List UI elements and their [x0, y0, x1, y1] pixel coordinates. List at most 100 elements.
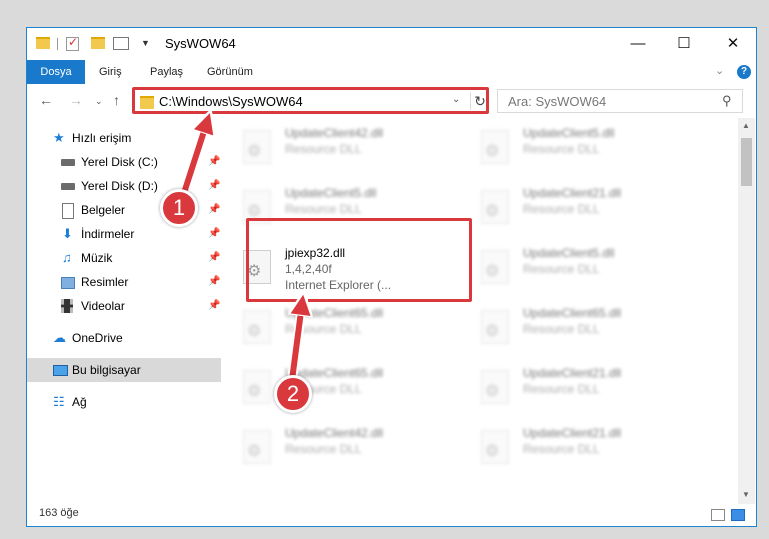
sidebar-item-label: İndirmeler	[81, 227, 135, 241]
network-icon: ☷	[53, 394, 65, 409]
file-type: Resource DLL	[285, 202, 362, 216]
file-item[interactable]: ⚙ UpdateClient65.dll Resource DLL	[237, 304, 457, 350]
background-top	[0, 0, 769, 27]
recent-locations-icon[interactable]: ⌄	[95, 96, 103, 107]
video-icon	[61, 299, 73, 313]
pin-icon[interactable]: 📌	[208, 150, 220, 174]
sidebar-item-label: Müzik	[81, 251, 113, 265]
close-button[interactable]: ✕	[710, 28, 756, 60]
file-type: Resource DLL	[523, 322, 600, 336]
dll-file-icon: ⚙	[481, 430, 509, 464]
search-input[interactable]: Ara: SysWOW64 ⚲	[497, 89, 743, 113]
sidebar-item-music[interactable]: ♫ Müzik 📌	[27, 246, 221, 270]
file-item[interactable]: ⚙ UpdateClient21.dll Resource DLL	[475, 364, 695, 410]
drive-icon	[61, 159, 75, 166]
navigation-bar: ← → ⌄ ↑ C:\Windows\SysWOW64 ⌄ ↻ Ara: Sys…	[27, 86, 756, 116]
file-item[interactable]: ⚙ UpdateClient5.dll Resource DLL	[475, 244, 695, 290]
sidebar-item-label: Resimler	[81, 275, 129, 289]
tab-share[interactable]: Paylaş	[150, 60, 183, 84]
sidebar-item-downloads[interactable]: ⬇ İndirmeler 📌	[27, 222, 221, 246]
ribbon: Dosya Giriş Paylaş Görünüm ⌄ ?	[27, 60, 756, 85]
background-bottom	[0, 527, 769, 539]
sidebar-item-label: Yerel Disk (C:)	[81, 155, 158, 169]
file-name: UpdateClient5.dll	[285, 186, 377, 200]
title-bar: ▼ SysWOW64 — ☐ ✕	[27, 28, 756, 60]
file-name: UpdateClient65.dll	[523, 306, 622, 320]
dll-file-icon: ⚙	[481, 250, 509, 284]
step-marker-2: 2	[274, 375, 312, 413]
navigation-pane: ★ Hızlı erişim Yerel Disk (C:) 📌 Yerel D…	[27, 122, 221, 502]
file-item[interactable]: ⚙ UpdateClient21.dll Resource DLL	[475, 184, 695, 230]
new-folder-icon[interactable]	[91, 37, 105, 49]
pin-icon[interactable]: 📌	[208, 270, 220, 294]
scroll-down-icon[interactable]: ▼	[742, 490, 750, 499]
search-icon[interactable]: ⚲	[722, 93, 732, 109]
dll-file-icon: ⚙	[243, 370, 271, 404]
pin-icon[interactable]: 📌	[208, 222, 220, 246]
expand-ribbon-icon[interactable]: ⌄	[715, 64, 724, 77]
sidebar-item-onedrive[interactable]: ☁ OneDrive	[27, 326, 221, 350]
sidebar-item-this-pc[interactable]: Bu bilgisayar	[27, 358, 221, 382]
scroll-thumb[interactable]	[741, 138, 752, 186]
file-name: UpdateClient42.dll	[285, 126, 384, 140]
file-name: UpdateClient5.dll	[523, 126, 615, 140]
dll-file-icon: ⚙	[481, 370, 509, 404]
file-type: Resource DLL	[523, 442, 600, 456]
dll-file-icon: ⚙	[243, 430, 271, 464]
window-title: SysWOW64	[165, 36, 236, 51]
sidebar-item-network[interactable]: ☷ Ağ	[27, 390, 221, 414]
forward-arrow-icon[interactable]: →	[69, 92, 83, 108]
folder-icon	[36, 37, 50, 49]
file-type: Resource DLL	[523, 142, 600, 156]
scroll-up-icon[interactable]: ▲	[742, 121, 750, 130]
file-name: UpdateClient21.dll	[523, 426, 622, 440]
star-icon: ★	[53, 130, 65, 145]
tab-home[interactable]: Giriş	[99, 60, 122, 84]
sidebar-item-quick-access[interactable]: ★ Hızlı erişim	[27, 126, 221, 150]
sidebar-item-label: Bu bilgisayar	[72, 363, 141, 377]
large-icons-view-icon[interactable]	[731, 509, 745, 521]
address-highlight-box	[132, 87, 489, 114]
sidebar-item-label: Belgeler	[81, 203, 126, 217]
sidebar-item-label: OneDrive	[72, 331, 123, 345]
vertical-scrollbar[interactable]: ▲ ▼	[738, 118, 755, 504]
help-icon[interactable]: ?	[737, 65, 751, 79]
file-type: Resource DLL	[285, 142, 362, 156]
dll-file-icon: ⚙	[481, 130, 509, 164]
file-item[interactable]: ⚙ UpdateClient42.dll Resource DLL	[237, 124, 457, 170]
sidebar-item-pictures[interactable]: Resimler 📌	[27, 270, 221, 294]
computer-icon	[53, 365, 68, 376]
step-marker-1: 1	[160, 189, 198, 227]
up-arrow-icon[interactable]: ↑	[113, 92, 120, 108]
dll-file-icon: ⚙	[243, 310, 271, 344]
file-item[interactable]: ⚙ UpdateClient5.dll Resource DLL	[475, 124, 695, 170]
file-name: UpdateClient65.dll	[285, 306, 384, 320]
sidebar-item-label: Ağ	[72, 395, 87, 409]
file-item[interactable]: ⚙ UpdateClient42.dll Resource DLL	[237, 424, 457, 470]
maximize-button[interactable]: ☐	[661, 28, 707, 60]
pin-icon[interactable]: 📌	[208, 174, 220, 198]
dll-file-icon: ⚙	[481, 190, 509, 224]
properties-check-icon[interactable]	[66, 35, 79, 51]
pin-icon[interactable]: 📌	[208, 246, 220, 270]
details-view-icon[interactable]	[711, 509, 725, 521]
sidebar-item-label: Videolar	[81, 299, 125, 313]
back-arrow-icon[interactable]: ←	[39, 92, 53, 108]
properties-icon[interactable]	[113, 37, 129, 50]
item-count: 163 öğe	[39, 507, 79, 519]
file-item[interactable]: ⚙ UpdateClient65.dll Resource DLL	[237, 364, 457, 410]
search-placeholder: Ara: SysWOW64	[508, 94, 607, 109]
pin-icon[interactable]: 📌	[208, 294, 220, 318]
file-item[interactable]: ⚙ UpdateClient65.dll Resource DLL	[475, 304, 695, 350]
file-type: Resource DLL	[523, 262, 600, 276]
file-item[interactable]: ⚙ UpdateClient21.dll Resource DLL	[475, 424, 695, 470]
tab-view[interactable]: Görünüm	[207, 60, 253, 84]
file-type: Resource DLL	[285, 442, 362, 456]
pin-icon[interactable]: 📌	[208, 198, 220, 222]
quick-access-dropdown-icon[interactable]: ▼	[141, 38, 150, 48]
sidebar-item-disk-c[interactable]: Yerel Disk (C:) 📌	[27, 150, 221, 174]
tab-file[interactable]: Dosya	[27, 60, 85, 84]
minimize-button[interactable]: —	[615, 28, 661, 60]
sidebar-item-videos[interactable]: Videolar 📌	[27, 294, 221, 318]
drive-icon	[61, 183, 75, 190]
